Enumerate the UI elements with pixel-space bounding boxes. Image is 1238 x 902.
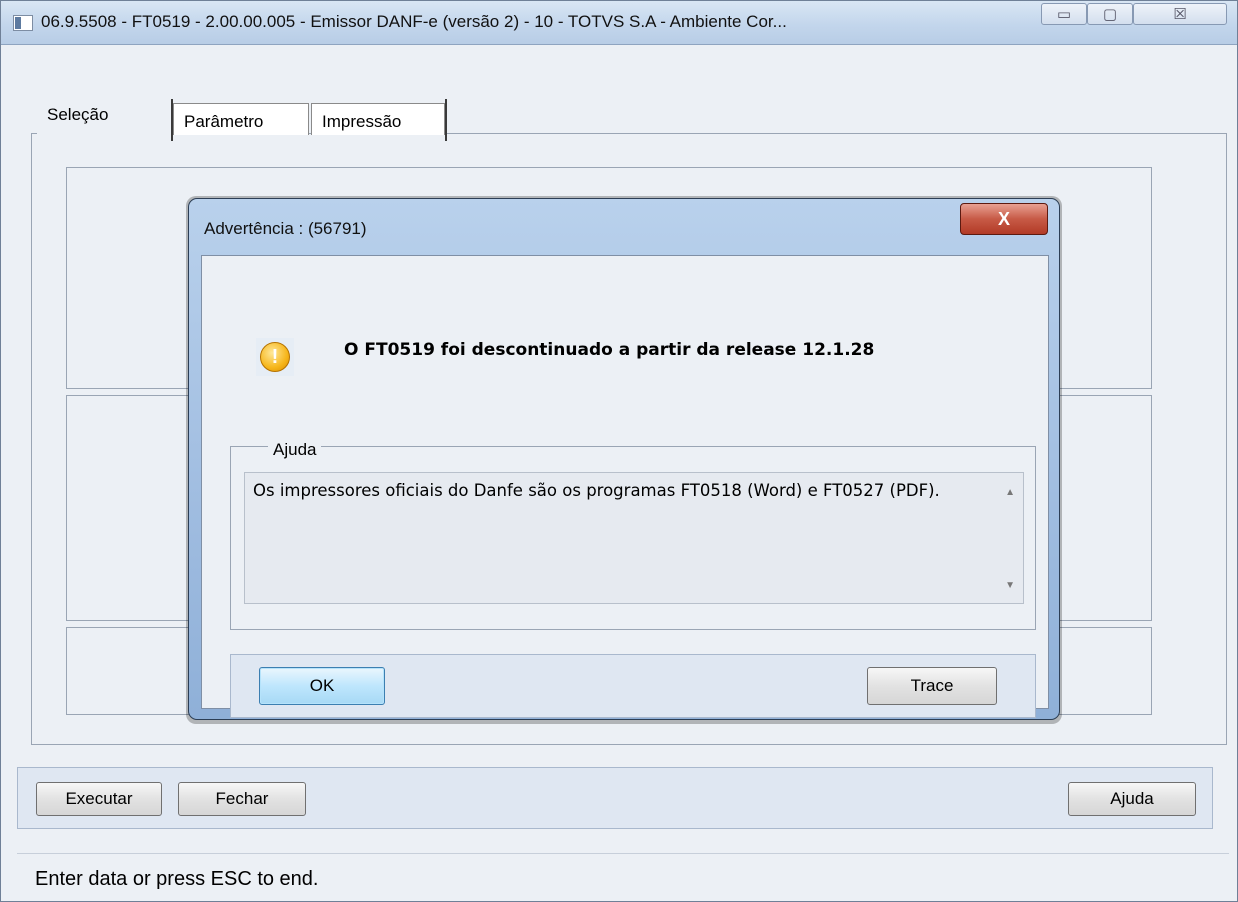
tab-impressao[interactable]: Impressão bbox=[311, 103, 445, 135]
app-icon bbox=[13, 15, 33, 31]
fechar-button[interactable]: Fechar bbox=[178, 782, 306, 816]
tab-selecao[interactable]: Seleção bbox=[37, 99, 171, 143]
dialog-body: ! O FT0519 foi descontinuado a partir da… bbox=[201, 255, 1049, 718]
warning-dialog: Advertência : (56791) X ! O FT0519 foi d… bbox=[188, 198, 1060, 720]
help-text: Os impressores oficiais do Danfe são os … bbox=[253, 481, 940, 500]
maximize-button[interactable]: ▢ bbox=[1087, 3, 1133, 25]
scroll-up-arrow-icon[interactable]: ▲ bbox=[1005, 487, 1015, 498]
help-text-area[interactable]: Os impressores oficiais do Danfe são os … bbox=[244, 472, 1024, 604]
minimize-button[interactable]: ▭ bbox=[1041, 3, 1087, 25]
window-title: 06.9.5508 - FT0519 - 2.00.00.005 - Emiss… bbox=[41, 12, 787, 31]
status-text: Enter data or press ESC to end. bbox=[35, 868, 319, 890]
warning-icon: ! bbox=[256, 338, 294, 376]
scroll-down-arrow-icon[interactable]: ▼ bbox=[1005, 580, 1015, 591]
caption-buttons: ▭ ▢ ☒ bbox=[1041, 3, 1227, 27]
close-window-button[interactable]: ☒ bbox=[1133, 3, 1227, 25]
status-bar: Enter data or press ESC to end. bbox=[17, 853, 1229, 901]
ok-button[interactable]: OK bbox=[259, 667, 385, 705]
tab-divider bbox=[171, 99, 173, 141]
title-bar[interactable]: 06.9.5508 - FT0519 - 2.00.00.005 - Emiss… bbox=[1, 1, 1237, 45]
dialog-title: Advertência : (56791) bbox=[204, 219, 367, 238]
dialog-button-bar: OK Trace bbox=[230, 654, 1036, 718]
executar-button[interactable]: Executar bbox=[36, 782, 162, 816]
trace-button[interactable]: Trace bbox=[867, 667, 997, 705]
button-bar: Executar Fechar Ajuda bbox=[17, 767, 1213, 829]
dialog-message: O FT0519 foi descontinuado a partir da r… bbox=[344, 340, 875, 360]
tab-divider bbox=[445, 99, 447, 141]
ajuda-button[interactable]: Ajuda bbox=[1068, 782, 1196, 816]
warning-icon-glyph: ! bbox=[260, 342, 290, 372]
help-legend: Ajuda bbox=[268, 440, 322, 460]
dialog-close-button[interactable]: X bbox=[960, 203, 1048, 235]
tab-parametro[interactable]: Parâmetro bbox=[173, 103, 309, 135]
